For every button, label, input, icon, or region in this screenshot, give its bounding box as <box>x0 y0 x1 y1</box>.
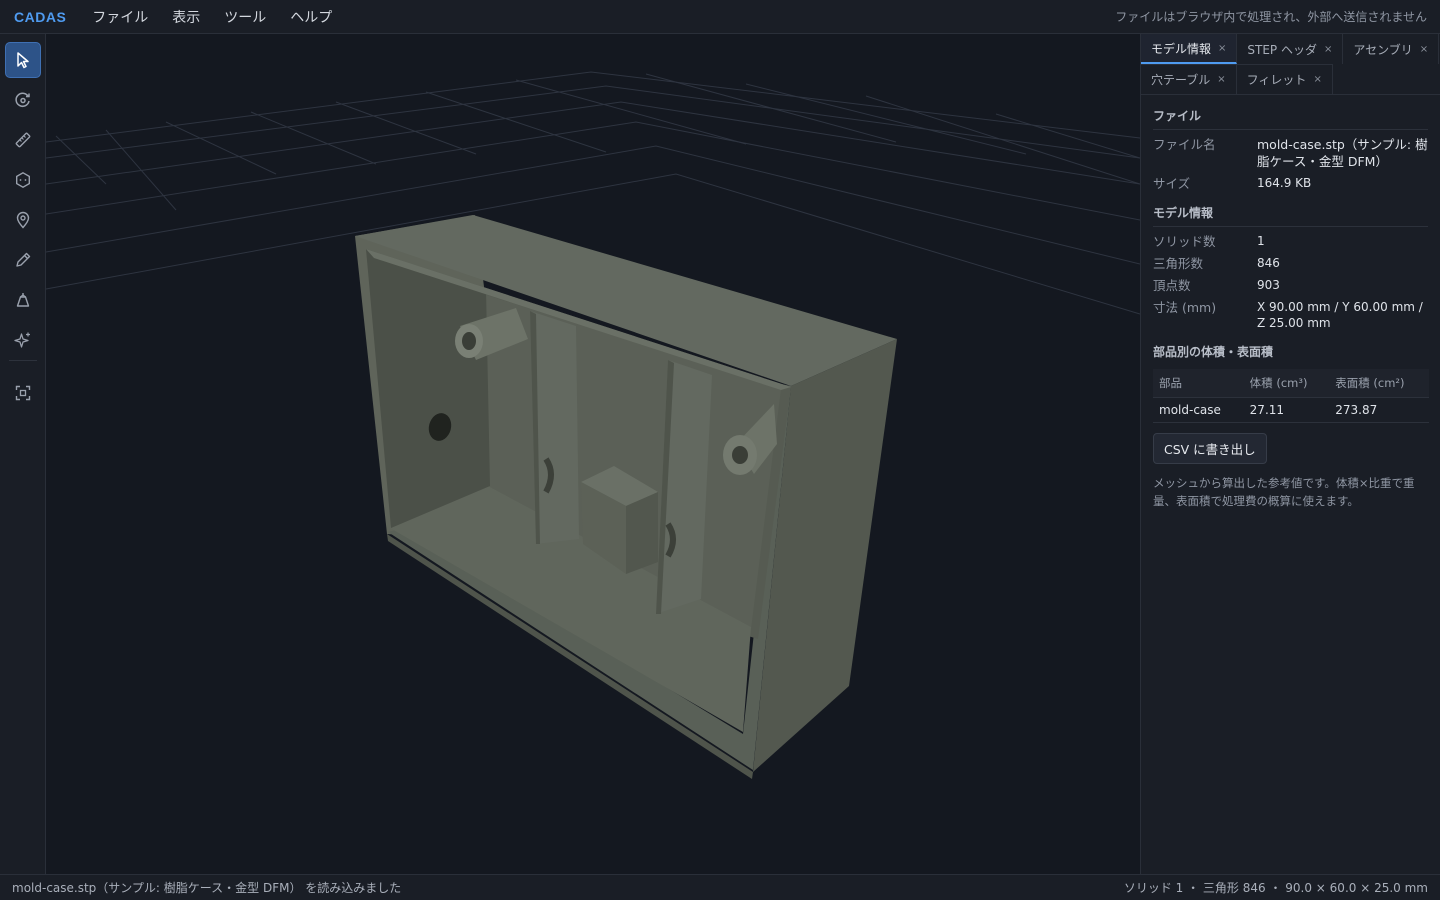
filename-row: ファイル名 mold-case.stp（サンプル: 樹脂ケース・金型 DFM） <box>1153 136 1428 170</box>
filename-value: mold-case.stp（サンプル: 樹脂ケース・金型 DFM） <box>1257 137 1428 169</box>
menu-bar: CADAS ファイル 表示 ツール ヘルプ ファイルはブラウザ内で処理され、外部… <box>0 0 1440 34</box>
solids-value: 1 <box>1257 234 1265 248</box>
solids-label: ソリッド数 <box>1153 234 1216 249</box>
status-summary: ソリッド 1 ・ 三角形 846 ・ 90.0 × 60.0 × 25.0 mm <box>1123 881 1428 895</box>
properties-panel: モデル情報 × STEP ヘッダ × アセンブリ × 穴テーブル × フィレット… <box>1140 34 1440 874</box>
tab-hole-table[interactable]: 穴テーブル × <box>1141 64 1237 94</box>
col-part: 部品 <box>1153 369 1244 398</box>
dimensions-row: 寸法 (mm) X 90.00 mm / Y 60.00 mm / Z 25.0… <box>1153 299 1428 331</box>
file-section-title: ファイル <box>1153 107 1428 130</box>
sparkle-icon <box>14 332 30 348</box>
model-scene <box>46 71 1140 779</box>
cell-area: 273.87 <box>1329 397 1429 423</box>
ai-tool-button[interactable] <box>5 322 41 358</box>
marker-tool-button[interactable] <box>5 202 41 238</box>
app-logo: CADAS <box>14 8 67 25</box>
hexagon-icon <box>16 171 30 189</box>
close-icon[interactable]: × <box>1218 43 1226 54</box>
draft-icon <box>16 293 30 307</box>
table-row[interactable]: mold-case 27.11 273.87 <box>1153 397 1429 423</box>
vertices-row: 頂点数 903 <box>1153 277 1428 294</box>
csv-export-button[interactable]: CSV に書き出し <box>1153 433 1267 464</box>
menu-help[interactable]: ヘルプ <box>278 0 344 34</box>
status-message: mold-case.stp（サンプル: 樹脂ケース・金型 DFM） を読み込みま… <box>12 881 402 895</box>
panel-tabs: モデル情報 × STEP ヘッダ × アセンブリ × 穴テーブル × フィレット… <box>1141 34 1440 95</box>
mold-case-model <box>355 215 897 779</box>
draft-analysis-tool-button[interactable] <box>5 282 41 318</box>
col-volume: 体積 (cm³) <box>1243 369 1330 398</box>
tab-label: フィレット <box>1246 73 1307 87</box>
dimensions-label: 寸法 (mm) <box>1153 300 1217 315</box>
close-icon[interactable]: × <box>1313 74 1321 85</box>
col-area: 表面積 (cm²) <box>1329 369 1429 398</box>
vertices-value: 903 <box>1257 278 1280 292</box>
tab-label: モデル情報 <box>1151 41 1212 56</box>
reference-note: メッシュから算出した参考値です。体積×比重で重量、表面積で処理費の概算に使えます… <box>1153 476 1415 508</box>
pencil-icon <box>16 252 31 267</box>
menu-view[interactable]: 表示 <box>160 0 212 34</box>
close-icon[interactable]: × <box>1324 44 1332 55</box>
tab-assembly[interactable]: アセンブリ × <box>1343 34 1440 64</box>
parts-section-title: 部品別の体積・表面積 <box>1153 345 1274 359</box>
parts-table: 部品 体積 (cm³) 表面積 (cm²) mold-case 27.11 27… <box>1153 369 1429 423</box>
fit-view-tool-button[interactable] <box>5 375 41 411</box>
dimensions-value: X 90.00 mm / Y 60.00 mm / Z 25.00 mm <box>1257 300 1423 330</box>
triangles-value: 846 <box>1257 256 1280 270</box>
select-tool-button[interactable] <box>5 42 41 78</box>
measure-tool-button[interactable] <box>5 122 41 158</box>
close-icon[interactable]: × <box>1420 44 1428 55</box>
filesize-row: サイズ 164.9 KB <box>1153 175 1428 192</box>
left-toolbar <box>0 34 46 874</box>
tab-label: 穴テーブル <box>1151 73 1211 87</box>
close-icon[interactable]: × <box>1217 74 1225 85</box>
pin-icon <box>16 211 30 229</box>
orbit-tool-button[interactable] <box>5 82 41 118</box>
ruler-icon <box>15 132 31 148</box>
parts-table-header: 部品 体積 (cm³) 表面積 (cm²) <box>1153 369 1429 398</box>
solids-row: ソリッド数 1 <box>1153 233 1428 250</box>
cell-part: mold-case <box>1153 397 1244 423</box>
tab-fillet[interactable]: フィレット × <box>1236 64 1333 94</box>
model-info-content: ファイル ファイル名 mold-case.stp（サンプル: 樹脂ケース・金型 … <box>1141 107 1440 510</box>
feature-tool-button[interactable] <box>5 162 41 198</box>
toolbar-divider <box>9 360 37 361</box>
annotate-tool-button[interactable] <box>5 242 41 278</box>
tab-step-header[interactable]: STEP ヘッダ × <box>1237 34 1344 64</box>
fit-view-icon <box>15 385 31 401</box>
cell-volume: 27.11 <box>1243 397 1330 423</box>
tab-model-info[interactable]: モデル情報 × <box>1141 34 1238 64</box>
privacy-note: ファイルはブラウザ内で処理され、外部へ送信されません <box>1115 10 1427 24</box>
model-section-title: モデル情報 <box>1153 204 1428 227</box>
triangles-row: 三角形数 846 <box>1153 255 1428 272</box>
filesize-value: 164.9 KB <box>1257 176 1312 190</box>
menu-file[interactable]: ファイル <box>80 0 160 34</box>
orbit-icon <box>15 92 30 107</box>
3d-viewport[interactable] <box>46 34 1140 874</box>
status-bar: mold-case.stp（サンプル: 樹脂ケース・金型 DFM） を読み込みま… <box>0 874 1440 900</box>
filename-label: ファイル名 <box>1153 137 1216 152</box>
filesize-label: サイズ <box>1153 176 1191 191</box>
menu-tools[interactable]: ツール <box>212 0 278 34</box>
triangles-label: 三角形数 <box>1153 256 1204 271</box>
tab-label: アセンブリ <box>1353 42 1413 57</box>
vertices-label: 頂点数 <box>1153 278 1191 293</box>
cursor-icon <box>17 52 29 69</box>
tab-label: STEP ヘッダ <box>1247 42 1317 57</box>
